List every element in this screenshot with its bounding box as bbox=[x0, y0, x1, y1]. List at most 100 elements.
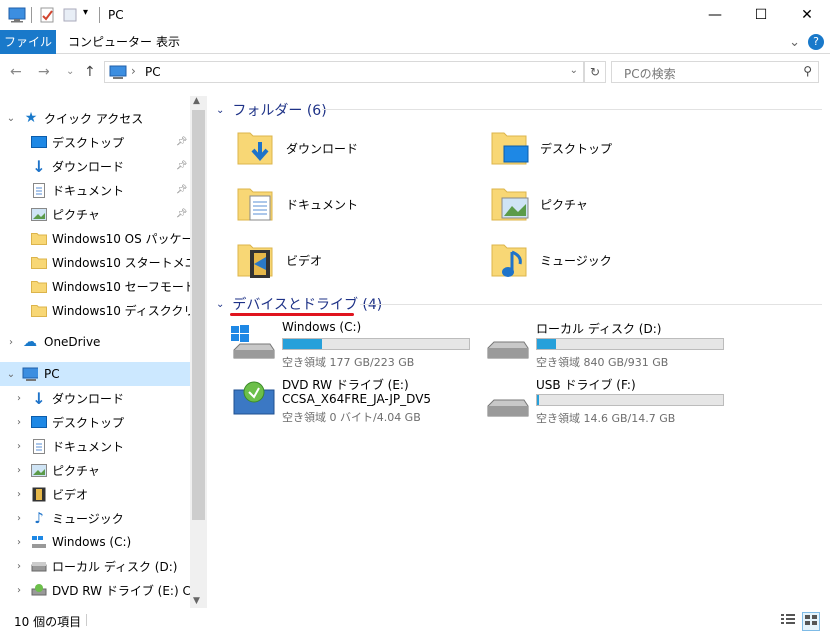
folder-tile-desktop[interactable]: デスクトップ bbox=[490, 128, 612, 168]
nav-scrollbar-thumb[interactable] bbox=[192, 110, 205, 520]
nav-item-pictures[interactable]: ピクチャ 📌︎ bbox=[0, 202, 190, 226]
chevron-right-icon[interactable]: › bbox=[14, 489, 24, 500]
nav-label: クイック アクセス bbox=[44, 111, 144, 126]
chevron-down-icon[interactable]: ⌄ bbox=[6, 113, 16, 124]
title-bar: ▾ PC — ☐ ✕ bbox=[0, 0, 830, 30]
new-folder-icon[interactable] bbox=[62, 7, 78, 23]
nav-label: ダウンロード bbox=[52, 159, 125, 174]
tab-view[interactable]: 表示 bbox=[146, 30, 190, 54]
details-view-icon[interactable] bbox=[780, 612, 796, 631]
tile-label: ビデオ bbox=[286, 253, 323, 268]
status-separator bbox=[86, 614, 87, 626]
back-arrow-icon[interactable]: ← bbox=[10, 64, 22, 80]
nav-item-documents[interactable]: ドキュメント 📌︎ bbox=[0, 178, 190, 202]
chevron-right-icon[interactable]: › bbox=[14, 465, 24, 476]
maximize-button[interactable]: ☐ bbox=[738, 0, 784, 30]
item-count: 10 個の項目 bbox=[14, 615, 82, 629]
search-icon[interactable]: ⚲ bbox=[803, 64, 812, 78]
music-folder-icon bbox=[491, 244, 527, 277]
nav-item-folder[interactable]: Windows10 OS パッケージ、デ bbox=[0, 226, 190, 250]
quick-access-dropdown[interactable]: ▾ bbox=[83, 7, 88, 18]
chevron-right-icon[interactable]: › bbox=[14, 585, 24, 596]
search-input[interactable]: PCの検索 ⚲ bbox=[611, 61, 819, 83]
address-bar[interactable]: › PC ⌄ bbox=[104, 61, 584, 83]
chevron-down-icon[interactable]: ⌄ bbox=[6, 369, 16, 380]
breadcrumb-chevron-icon[interactable]: › bbox=[131, 64, 136, 78]
nav-pc-documents[interactable]: › ドキュメント bbox=[0, 434, 190, 458]
document-icon bbox=[31, 182, 47, 198]
group-devices[interactable]: ⌄ デバイスとドライブ (4) bbox=[216, 294, 382, 314]
nav-label: ローカル ディスク (D:) bbox=[52, 559, 178, 574]
breadcrumb[interactable]: PC bbox=[145, 65, 161, 79]
tab-file[interactable]: ファイル bbox=[0, 30, 56, 54]
up-arrow-icon[interactable]: ↑ bbox=[84, 64, 96, 80]
scroll-down-icon[interactable]: ▼ bbox=[193, 596, 200, 606]
chevron-down-icon[interactable]: ⌄ bbox=[216, 105, 224, 116]
document-icon bbox=[31, 438, 47, 454]
usb-drive-icon bbox=[487, 399, 529, 417]
refresh-button[interactable]: ↻ bbox=[584, 61, 606, 83]
chevron-right-icon[interactable]: › bbox=[6, 337, 16, 348]
chevron-right-icon[interactable]: › bbox=[14, 537, 24, 548]
pin-icon[interactable]: 📌︎ bbox=[176, 185, 187, 195]
nav-pc-downloads[interactable]: › ↓ ダウンロード bbox=[0, 386, 190, 410]
nav-label: Windows10 セーフモードの起 bbox=[52, 279, 190, 294]
chevron-right-icon[interactable]: › bbox=[14, 513, 24, 524]
tile-label: デスクトップ bbox=[540, 141, 613, 156]
pin-icon[interactable]: 📌︎ bbox=[176, 137, 187, 147]
folder-tile-documents[interactable]: ドキュメント bbox=[236, 184, 358, 224]
folder-tile-videos[interactable]: ビデオ bbox=[236, 240, 322, 280]
hard-drive-icon bbox=[487, 341, 529, 359]
recent-locations-icon[interactable]: ⌄ bbox=[66, 66, 74, 77]
nav-item-downloads[interactable]: ↓ ダウンロード 📌︎ bbox=[0, 154, 190, 178]
help-icon[interactable]: ? bbox=[808, 34, 824, 50]
nav-label: ドキュメント bbox=[52, 439, 125, 454]
minimize-button[interactable]: — bbox=[692, 0, 738, 30]
nav-item-folder[interactable]: Windows10 セーフモードの起 bbox=[0, 274, 190, 298]
nav-quick-access[interactable]: ⌄ ★ クイック アクセス bbox=[0, 106, 190, 130]
drive-free-space: 空き領域 177 GB/223 GB bbox=[282, 356, 415, 369]
star-icon: ★ bbox=[24, 110, 38, 126]
nav-pc-pictures[interactable]: › ピクチャ bbox=[0, 458, 190, 482]
drive-name: ローカル ディスク (D:) bbox=[536, 322, 662, 336]
tiles-view-icon[interactable] bbox=[802, 612, 820, 631]
nav-label: デスクトップ bbox=[52, 135, 125, 150]
forward-arrow-icon[interactable]: → bbox=[38, 64, 50, 80]
folder-tile-music[interactable]: ミュージック bbox=[490, 240, 612, 280]
nav-item-desktop[interactable]: デスクトップ 📌︎ bbox=[0, 130, 190, 154]
nav-pc-drive-d[interactable]: › ローカル ディスク (D:) bbox=[0, 554, 190, 578]
nav-pc-drive-c[interactable]: › Windows (C:) bbox=[0, 530, 190, 554]
explorer-window: ▾ PC — ☐ ✕ ファイル コンピューター 表示 ⌄ ? ← → ⌄ ↑ ›… bbox=[0, 0, 830, 631]
nav-item-folder[interactable]: Windows10 ディスククリーンア bbox=[0, 298, 190, 322]
folder-tile-pictures[interactable]: ピクチャ bbox=[490, 184, 588, 224]
expand-ribbon-icon[interactable]: ⌄ bbox=[789, 35, 800, 50]
properties-icon[interactable] bbox=[39, 7, 55, 23]
scroll-up-icon[interactable]: ▲ bbox=[193, 96, 200, 106]
film-icon bbox=[31, 486, 47, 502]
nav-item-folder[interactable]: Windows10 スタートメニューに bbox=[0, 250, 190, 274]
folder-tile-downloads[interactable]: ダウンロード bbox=[236, 128, 358, 168]
close-button[interactable]: ✕ bbox=[784, 0, 830, 30]
pc-window-icon[interactable] bbox=[8, 7, 26, 23]
chevron-right-icon[interactable]: › bbox=[14, 393, 24, 404]
nav-pc-drive-e[interactable]: › DVD RW ドライブ (E:) CCSA_X bbox=[0, 578, 190, 602]
nav-label: DVD RW ドライブ (E:) CCSA_X bbox=[52, 583, 190, 598]
nav-pc-desktop[interactable]: › デスクトップ bbox=[0, 410, 190, 434]
chevron-right-icon[interactable]: › bbox=[14, 441, 24, 452]
nav-label: Windows (C:) bbox=[52, 535, 132, 549]
chevron-right-icon[interactable]: › bbox=[14, 417, 24, 428]
red-underline-annotation bbox=[230, 313, 354, 316]
chevron-right-icon[interactable]: › bbox=[14, 561, 24, 572]
pin-icon[interactable]: 📌︎ bbox=[176, 209, 187, 219]
nav-onedrive[interactable]: › ☁ OneDrive bbox=[0, 330, 190, 354]
pin-icon[interactable]: 📌︎ bbox=[176, 161, 187, 171]
pc-icon bbox=[109, 65, 127, 83]
group-folders[interactable]: ⌄ フォルダー (6) bbox=[216, 100, 327, 120]
chevron-down-icon[interactable]: ⌄ bbox=[216, 299, 224, 310]
group-divider bbox=[322, 109, 822, 110]
folder-icon bbox=[31, 278, 47, 294]
nav-pc-music[interactable]: › ♪ ミュージック bbox=[0, 506, 190, 530]
nav-pc[interactable]: ⌄ PC bbox=[0, 362, 190, 386]
nav-pc-videos[interactable]: › ビデオ bbox=[0, 482, 190, 506]
address-dropdown-icon[interactable]: ⌄ bbox=[570, 65, 578, 76]
